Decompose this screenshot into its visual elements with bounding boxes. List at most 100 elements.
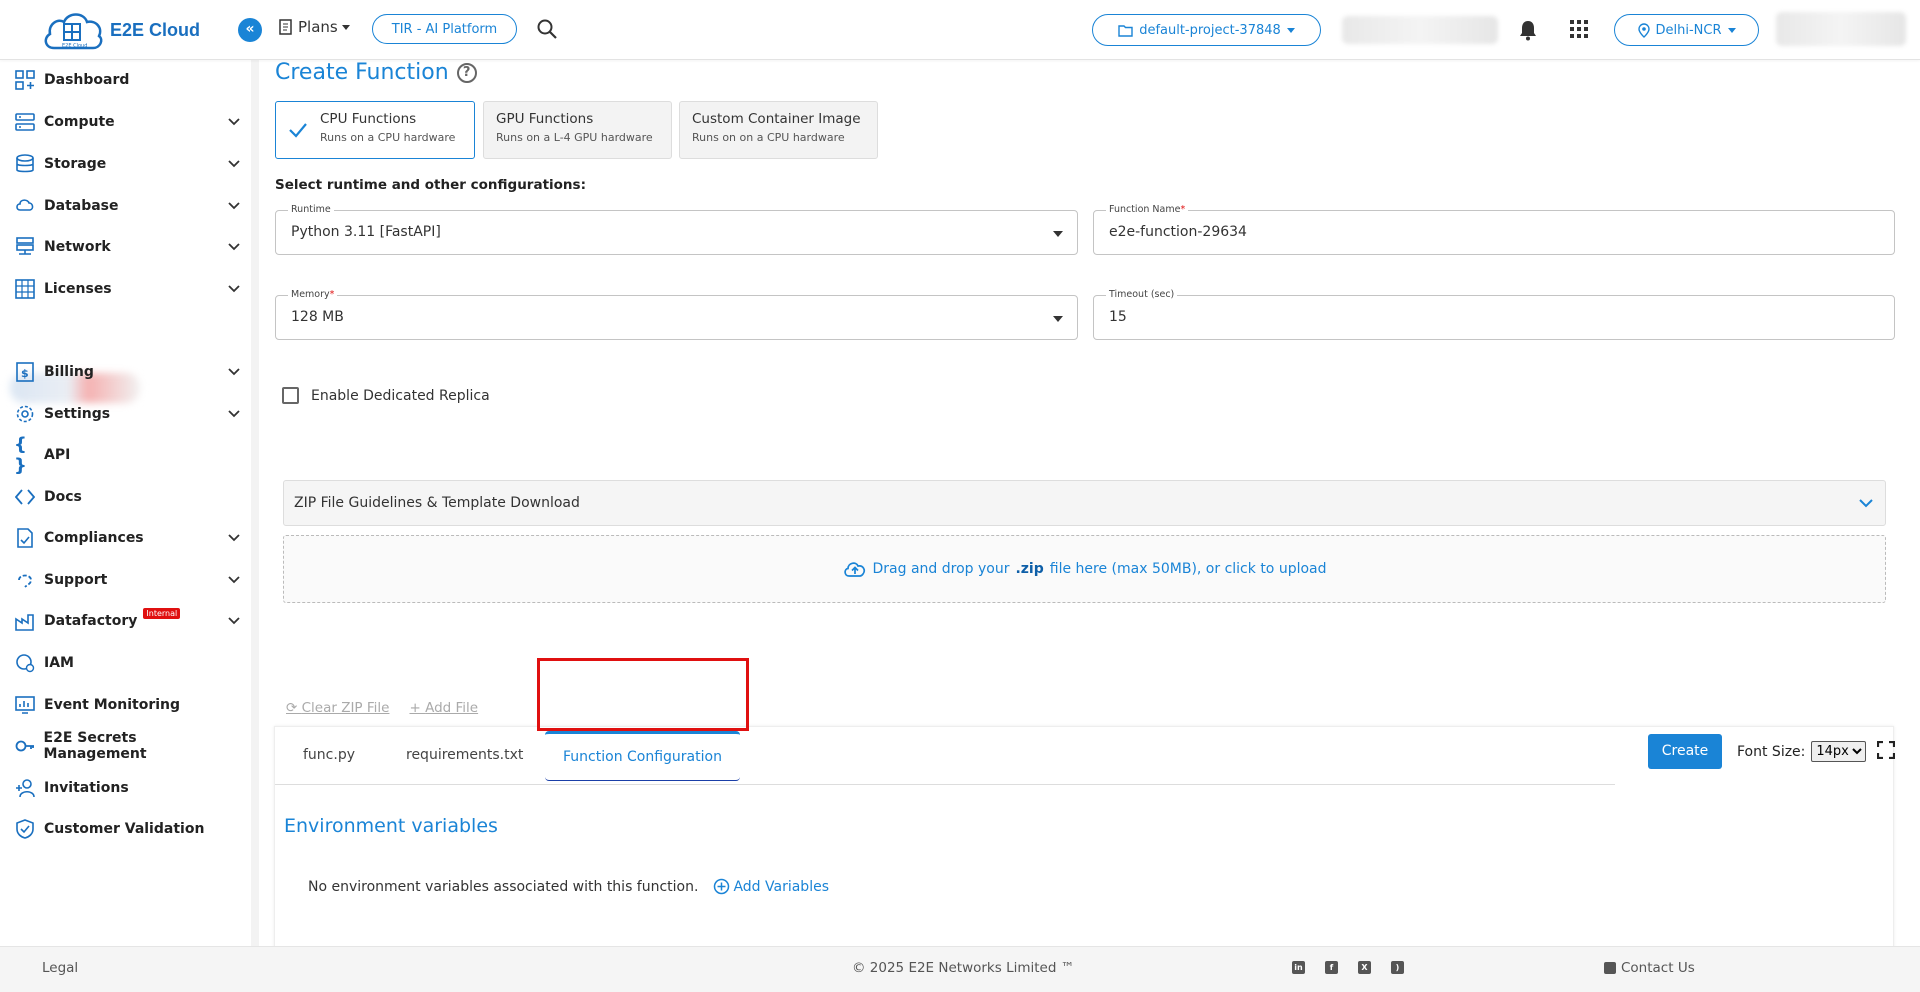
social-links: in f X ) xyxy=(1292,961,1404,974)
environment-variables-title: Environment variables xyxy=(284,815,498,837)
sidebar-item-invitations[interactable]: Invitations xyxy=(14,773,240,803)
chevron-down-icon xyxy=(228,534,240,542)
footer: Legal © 2025 E2E Networks Limited ™ in f… xyxy=(0,946,1920,992)
add-user-icon xyxy=(14,777,36,799)
fullscreen-icon[interactable] xyxy=(1877,741,1895,759)
shield-check-icon xyxy=(14,818,36,840)
add-variables-button[interactable]: Add Variables xyxy=(713,878,829,895)
function-type-cpu[interactable]: CPU Functions Runs on a CPU hardware xyxy=(275,101,475,159)
sidebar-item-api[interactable]: { } API xyxy=(14,434,240,476)
brand-logo[interactable]: E2E Cloud E2E Cloud xyxy=(42,8,200,52)
caret-down-icon xyxy=(1727,27,1736,33)
blurred-user-menu[interactable] xyxy=(1776,12,1906,46)
contact-us-label: Contact Us xyxy=(1621,960,1695,976)
sidebar-item-database[interactable]: Database xyxy=(14,191,240,221)
sidebar-item-iam[interactable]: IAM xyxy=(14,648,240,678)
page-title: Create Function ? xyxy=(275,60,477,85)
plans-label: Plans xyxy=(298,18,338,36)
help-circle-icon[interactable]: ? xyxy=(456,62,477,83)
rss-icon[interactable]: ) xyxy=(1391,961,1404,974)
plus-circle-icon xyxy=(714,878,730,895)
sidebar-item-billing[interactable]: $ Billing xyxy=(14,357,240,387)
sidebar-item-settings[interactable]: Settings xyxy=(14,399,240,429)
sidebar-item-network[interactable]: Network xyxy=(14,232,240,262)
phone-icon xyxy=(1604,962,1616,974)
tab-requirements-txt[interactable]: requirements.txt xyxy=(406,747,523,763)
search-icon[interactable] xyxy=(536,18,558,40)
chevron-down-icon xyxy=(228,202,240,210)
tab-function-configuration[interactable]: Function Configuration xyxy=(545,731,740,781)
logo-subtext: E2E Cloud xyxy=(62,43,87,49)
contact-us-link[interactable]: Contact Us xyxy=(1604,960,1695,976)
region-selector[interactable]: Delhi-NCR xyxy=(1614,14,1759,46)
add-file-button[interactable]: + Add File xyxy=(409,700,478,716)
user-settings-icon xyxy=(14,652,36,674)
region-label: Delhi-NCR xyxy=(1655,22,1722,38)
factory-icon xyxy=(14,610,36,632)
dashboard-icon xyxy=(14,69,36,91)
tab-func-py[interactable]: func.py xyxy=(303,747,355,763)
font-size-select[interactable]: 14px xyxy=(1811,741,1867,762)
caret-down-icon xyxy=(1053,231,1063,237)
chevron-down-icon xyxy=(228,243,240,251)
create-button[interactable]: Create xyxy=(1648,734,1722,769)
function-name-field[interactable]: Function Name* e2e-function-29634 xyxy=(1093,204,1895,255)
apps-grid-icon[interactable] xyxy=(1570,20,1588,38)
legal-link[interactable]: Legal xyxy=(42,960,78,976)
facebook-icon[interactable]: f xyxy=(1325,961,1338,974)
location-pin-icon xyxy=(1637,22,1650,38)
chevron-down-icon xyxy=(228,576,240,584)
dedicated-replica-checkbox[interactable] xyxy=(282,387,299,404)
notification-bell-icon[interactable] xyxy=(1518,19,1538,45)
function-type-subtitle: Runs on on a CPU hardware xyxy=(692,131,845,144)
sidebar-item-datafactory[interactable]: Datafactory Internal xyxy=(14,606,240,636)
cloud-upload-icon xyxy=(843,562,865,577)
sidebar-item-compliances[interactable]: Compliances xyxy=(14,523,240,553)
sidebar-item-label: Datafactory xyxy=(44,613,138,629)
function-type-title: CPU Functions xyxy=(320,111,417,127)
folder-icon xyxy=(1118,24,1133,37)
highlight-box xyxy=(537,658,749,731)
sidebar-item-label: Customer Validation xyxy=(44,821,205,837)
dropzone-prefix: Drag and drop your xyxy=(872,561,1010,577)
sidebar-item-compute[interactable]: Compute xyxy=(14,107,240,137)
caret-down-icon xyxy=(1053,316,1063,322)
chevron-down-icon xyxy=(228,118,240,126)
environment-variables-empty: No environment variables associated with… xyxy=(308,878,829,895)
main-content: Create Function ? CPU Functions Runs on … xyxy=(260,60,1920,992)
memory-select[interactable]: Memory* 128 MB xyxy=(275,289,1078,340)
function-type-gpu[interactable]: GPU Functions Runs on a L-4 GPU hardware xyxy=(483,101,672,159)
memory-label: Memory* xyxy=(288,289,338,300)
sidebar-item-docs[interactable]: Docs xyxy=(14,482,240,512)
function-type-title: GPU Functions xyxy=(496,111,594,127)
zip-guidelines-accordion[interactable]: ZIP File Guidelines & Template Download xyxy=(283,480,1886,526)
clear-zip-button[interactable]: ⟳ Clear ZIP File xyxy=(286,700,389,716)
dedicated-replica-row: Enable Dedicated Replica xyxy=(282,387,490,404)
config-heading: Select runtime and other configurations: xyxy=(275,177,586,193)
timeout-field[interactable]: Timeout (sec) 15 xyxy=(1093,289,1895,340)
sidebar-item-label: Dashboard xyxy=(44,72,130,88)
timeout-value: 15 xyxy=(1109,309,1127,325)
sidebar-item-label: Compute xyxy=(44,114,115,130)
sidebar-item-licenses[interactable]: Licenses xyxy=(14,274,240,304)
sidebar-item-event-monitoring[interactable]: Event Monitoring xyxy=(14,690,240,720)
monitor-chart-icon xyxy=(14,694,36,716)
sidebar-item-customer-validation[interactable]: Customer Validation xyxy=(14,814,240,844)
zip-upload-dropzone[interactable]: Drag and drop your .zip file here (max 5… xyxy=(283,535,1886,603)
check-icon xyxy=(289,123,307,138)
sidebar-item-e2e-secrets-management[interactable]: E2E Secrets Management xyxy=(14,730,240,762)
linkedin-icon[interactable]: in xyxy=(1292,961,1305,974)
blurred-account-info xyxy=(1342,16,1498,44)
function-type-subtitle: Runs on a CPU hardware xyxy=(320,131,456,144)
tir-ai-platform-button[interactable]: TIR - AI Platform xyxy=(372,14,517,44)
plans-menu[interactable]: Plans xyxy=(278,18,350,36)
collapse-sidebar-button[interactable]: « xyxy=(238,18,262,42)
runtime-select[interactable]: Runtime Python 3.11 [FastAPI] xyxy=(275,204,1078,255)
sidebar-item-dashboard[interactable]: Dashboard xyxy=(14,65,240,95)
sidebar-item-storage[interactable]: Storage xyxy=(14,149,240,179)
sidebar-item-label: IAM xyxy=(44,655,74,671)
x-twitter-icon[interactable]: X xyxy=(1358,961,1371,974)
project-selector[interactable]: default-project-37848 xyxy=(1092,14,1321,46)
function-type-custom-container[interactable]: Custom Container Image Runs on on a CPU … xyxy=(679,101,878,159)
sidebar-item-support[interactable]: Support xyxy=(14,565,240,595)
